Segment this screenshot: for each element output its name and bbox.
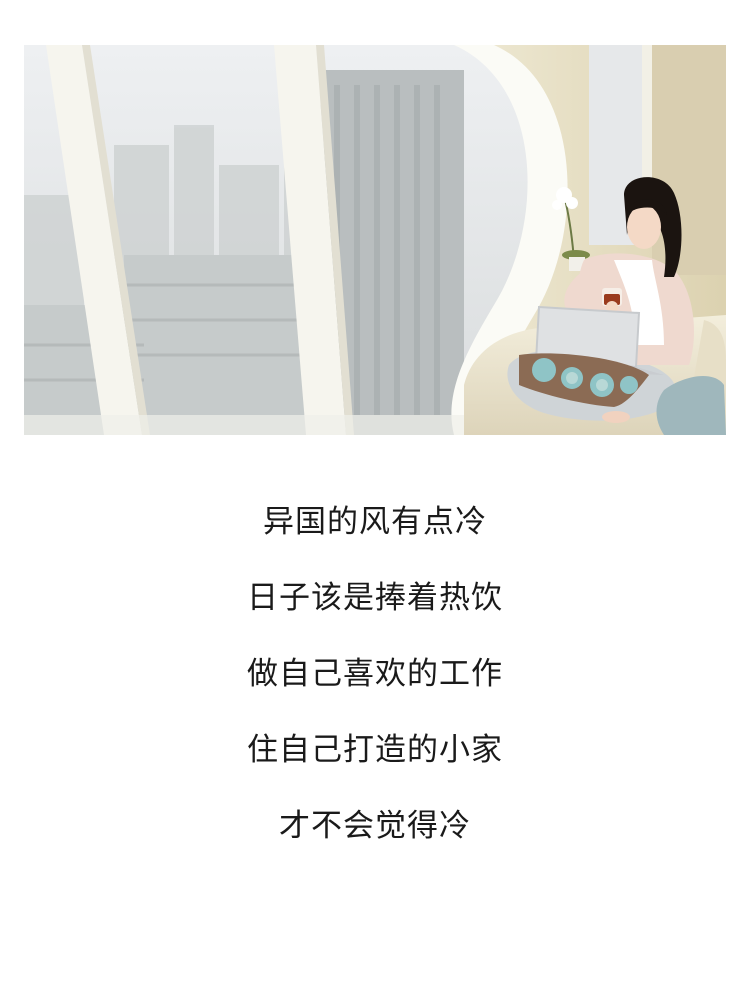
poem-line-3: 做自己喜欢的工作 — [247, 656, 503, 692]
poem-line-5: 才不会觉得冷 — [279, 808, 471, 844]
poem: 异国的风有点冷 日子该是捧着热饮 做自己喜欢的工作 住自己打造的小家 才不会觉得… — [0, 494, 750, 874]
poem-line-1: 异国的风有点冷 — [263, 504, 487, 540]
hero-photo — [24, 45, 726, 435]
photo-illustration — [24, 45, 726, 435]
poem-line-2: 日子该是捧着热饮 — [247, 580, 503, 616]
poem-line-4: 住自己打造的小家 — [247, 732, 503, 768]
